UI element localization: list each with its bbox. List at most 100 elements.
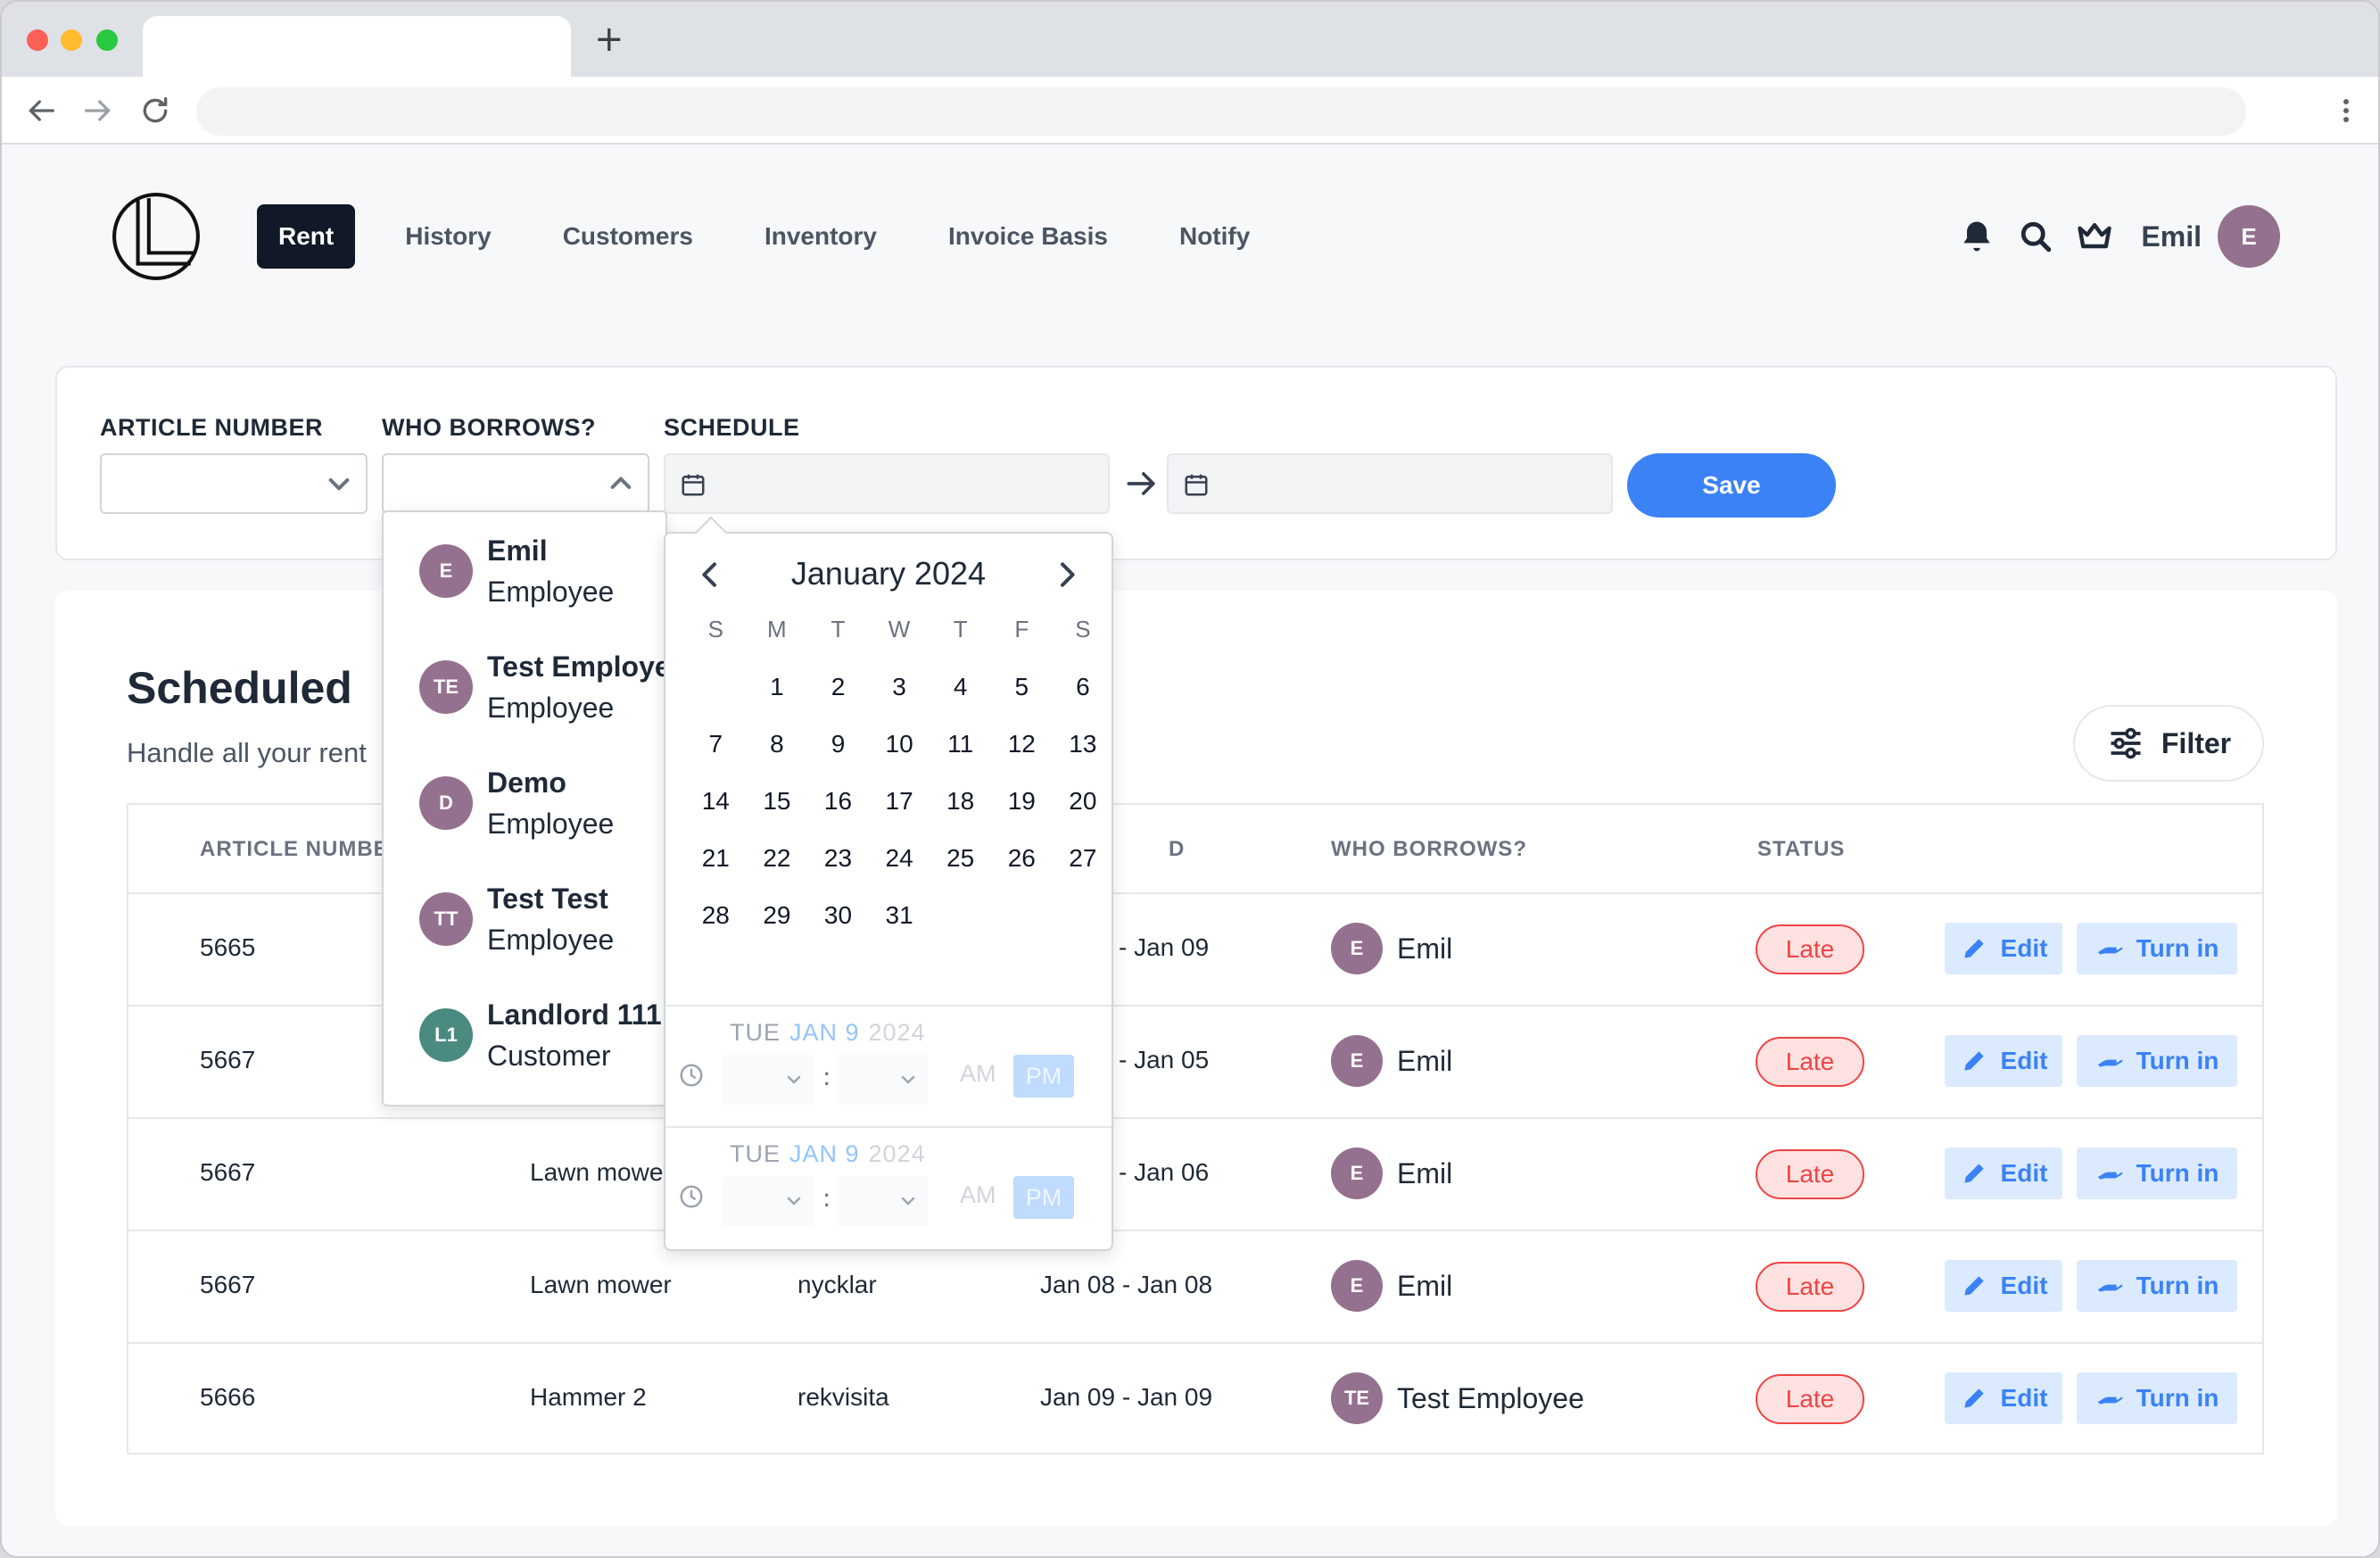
pm-toggle[interactable]: PM	[1013, 1176, 1074, 1219]
calendar-day[interactable]: 13	[1053, 726, 1114, 783]
calendar-day[interactable]: 30	[807, 898, 869, 955]
calendar-day[interactable]: 1	[747, 669, 808, 726]
edit-button[interactable]: Edit	[1945, 923, 2062, 974]
turn-in-button[interactable]: Turn in	[2077, 1260, 2237, 1312]
borrower-name: Emil	[1397, 1156, 1453, 1189]
filter-button[interactable]: Filter	[2073, 705, 2264, 782]
calendar-day[interactable]: 29	[747, 898, 808, 955]
calendar-day[interactable]: 15	[747, 783, 808, 841]
address-bar[interactable]	[196, 87, 2246, 136]
borrower-name: Emil	[1397, 1044, 1453, 1077]
calendar-day[interactable]: 24	[869, 841, 930, 898]
search-icon[interactable]	[2016, 217, 2055, 256]
calendar-day[interactable]: 27	[1053, 841, 1114, 898]
turn-in-button[interactable]: Turn in	[2077, 923, 2237, 974]
minute-select[interactable]	[837, 1176, 928, 1226]
dropdown-option[interactable]: E Emil Employee	[419, 530, 665, 612]
back-arrow-icon[interactable]	[23, 93, 59, 128]
turn-in-button[interactable]: Turn in	[2077, 1372, 2237, 1424]
crown-icon[interactable]	[2075, 217, 2114, 256]
calendar-day[interactable]: 22	[747, 841, 808, 898]
calendar-day[interactable]: 10	[869, 726, 930, 783]
chevron-right-icon[interactable]	[1049, 557, 1085, 593]
nav-item-rent[interactable]: Rent	[257, 204, 356, 269]
new-tab-icon[interactable]: +	[594, 21, 624, 57]
user-avatar[interactable]: E	[2218, 205, 2280, 268]
nav-item-inventory[interactable]: Inventory	[743, 204, 898, 269]
who-borrows-select[interactable]	[382, 453, 649, 514]
weekday-label: S	[1075, 616, 1091, 642]
dropdown-option[interactable]: L1 Landlord 111 Customer	[419, 994, 665, 1076]
calendar-day[interactable]: 16	[807, 783, 869, 841]
app-logo-icon[interactable]	[111, 191, 202, 282]
turn-in-button[interactable]: Turn in	[2077, 1035, 2237, 1087]
dropdown-option[interactable]: D Demo Employee	[419, 762, 665, 844]
borrower-cell: E Emil	[1331, 1035, 1452, 1087]
calendar-day[interactable]: 18	[930, 783, 991, 841]
minimize-window-button[interactable]	[61, 29, 82, 51]
avatar: E	[1331, 1035, 1383, 1087]
forward-arrow-icon[interactable]	[80, 93, 116, 128]
schedule-start-input[interactable]	[664, 453, 1110, 514]
calendar-day[interactable]: 31	[869, 898, 930, 955]
calendar-day[interactable]: 21	[685, 841, 747, 898]
edit-button[interactable]: Edit	[1945, 1035, 2062, 1087]
nav-item-history[interactable]: History	[384, 204, 512, 269]
time-weekday: TUE	[730, 1140, 781, 1167]
calendar-day[interactable]: 14	[685, 783, 747, 841]
hour-select[interactable]	[723, 1176, 814, 1226]
nav-item-notify[interactable]: Notify	[1158, 204, 1271, 269]
calendar-day[interactable]: 9	[807, 726, 869, 783]
browser-menu-icon[interactable]	[2341, 93, 2351, 128]
avatar: TE	[419, 660, 473, 714]
time-separator: :	[822, 1062, 831, 1091]
calendar-day[interactable]: 11	[930, 726, 991, 783]
schedule-end-input[interactable]	[1167, 453, 1613, 514]
am-toggle[interactable]: AM	[960, 1181, 996, 1209]
calendar-day[interactable]: 4	[930, 669, 991, 726]
edit-button[interactable]: Edit	[1945, 1148, 2062, 1199]
chevron-down-icon	[901, 1197, 915, 1206]
calendar-day[interactable]: 23	[807, 841, 869, 898]
calendar-day[interactable]: 7	[685, 726, 747, 783]
minute-select[interactable]	[837, 1055, 928, 1105]
edit-button[interactable]: Edit	[1945, 1260, 2062, 1312]
nav-item-invoice-basis[interactable]: Invoice Basis	[927, 204, 1129, 269]
calendar-day[interactable]: 26	[991, 841, 1053, 898]
calendar-day[interactable]: 28	[685, 898, 747, 955]
calendar-day[interactable]: 2	[807, 669, 869, 726]
calendar-day[interactable]: 8	[747, 726, 808, 783]
pm-toggle[interactable]: PM	[1013, 1055, 1074, 1098]
edit-button[interactable]: Edit	[1945, 1372, 2062, 1424]
calendar-day[interactable]: 5	[991, 669, 1053, 726]
hand-icon	[2097, 1059, 2122, 1067]
calendar-day[interactable]: 3	[869, 669, 930, 726]
turn-in-button[interactable]: Turn in	[2077, 1148, 2237, 1199]
page-title: Scheduled	[127, 663, 352, 713]
arrow-right-icon	[1127, 472, 1155, 495]
calendar-day[interactable]: 25	[930, 841, 991, 898]
close-window-button[interactable]	[27, 29, 48, 51]
nav-item-customers[interactable]: Customers	[541, 204, 715, 269]
hour-select[interactable]	[723, 1055, 814, 1105]
save-button[interactable]: Save	[1627, 453, 1836, 518]
turn-in-label: Turn in	[2136, 934, 2219, 962]
hand-icon	[2097, 1172, 2122, 1180]
period-cell: Jan 08 - Jan 08	[1040, 1271, 1213, 1298]
calendar-day[interactable]: 12	[991, 726, 1053, 783]
option-role: Employee	[487, 924, 615, 956]
article-number-select[interactable]	[100, 453, 368, 514]
calendar-day[interactable]: 17	[869, 783, 930, 841]
maximize-window-button[interactable]	[96, 29, 118, 51]
calendar-day[interactable]: 6	[1053, 669, 1114, 726]
calendar-day[interactable]: 19	[991, 783, 1053, 841]
browser-tab[interactable]	[143, 16, 571, 77]
reload-icon[interactable]	[137, 93, 173, 128]
bell-icon[interactable]	[1957, 217, 1996, 256]
dropdown-option[interactable]: TE Test Employe Employee	[419, 646, 665, 728]
main-nav: Rent History Customers Inventory Invoice…	[257, 203, 1300, 269]
calendar-day[interactable]: 20	[1053, 783, 1114, 841]
dropdown-option[interactable]: TT Test Test Employee	[419, 878, 665, 960]
am-toggle[interactable]: AM	[960, 1060, 996, 1088]
user-name[interactable]: Emil	[2141, 220, 2202, 253]
